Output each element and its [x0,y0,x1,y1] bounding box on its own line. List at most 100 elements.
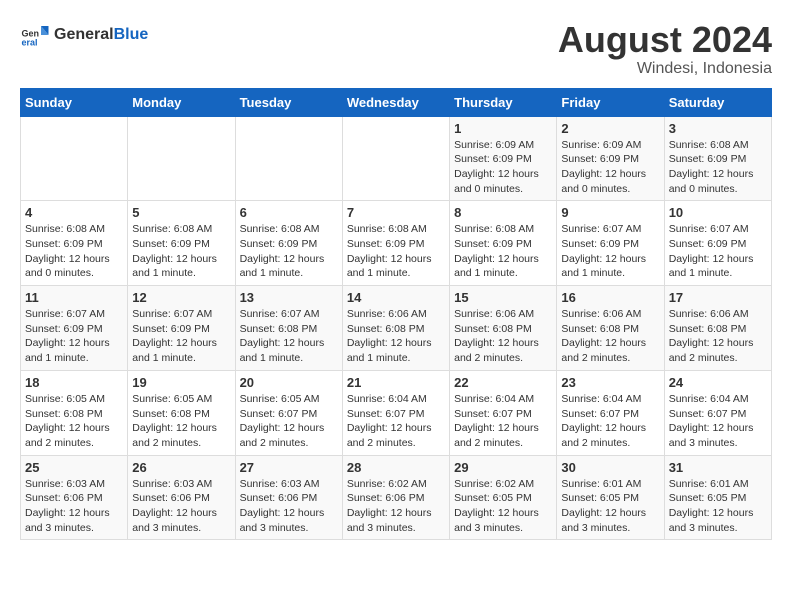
day-number: 2 [561,121,659,136]
day-number: 17 [669,290,767,305]
day-number: 22 [454,375,552,390]
day-number: 20 [240,375,338,390]
calendar-cell [21,116,128,201]
calendar-cell: 28Sunrise: 6:02 AM Sunset: 6:06 PM Dayli… [342,455,449,540]
calendar-cell: 18 Sunrise: 6:05 AM Sunset: 6:08 PM Dayli… [21,370,128,455]
day-number: 7 [347,205,445,220]
day-number: 29 [454,460,552,475]
day-number: 26 [132,460,230,475]
day-number: 30 [561,460,659,475]
calendar-cell: 6 Sunrise: 6:08 AM Sunset: 6:09 PM Daylig… [235,201,342,286]
day-info: Sunrise: 6:04 AM Sunset: 6:07 PM Dayligh… [669,392,767,451]
day-info: Sunrise: 6:03 AM Sunset: 6:06 PM Dayligh… [25,477,123,536]
logo: Gen eral GeneralBlue [20,20,148,50]
day-info: Sunrise: 6:05 AM Sunset: 6:08 PM Dayligh… [132,392,230,451]
calendar-cell: 4 Sunrise: 6:08 AM Sunset: 6:09 PM Daylig… [21,201,128,286]
calendar-week-row: 25 Sunrise: 6:03 AM Sunset: 6:06 PM Dayli… [21,455,772,540]
calendar-cell: 19 Sunrise: 6:05 AM Sunset: 6:08 PM Dayli… [128,370,235,455]
day-info: Sunrise: 6:08 AM Sunset: 6:09 PM Dayligh… [669,138,767,197]
calendar-cell: 16 Sunrise: 6:06 AM Sunset: 6:08 PM Dayli… [557,286,664,371]
calendar-cell: 21Sunrise: 6:04 AM Sunset: 6:07 PM Dayli… [342,370,449,455]
day-number: 31 [669,460,767,475]
day-info: Sunrise: 6:08 AM Sunset: 6:09 PM Dayligh… [132,222,230,281]
column-header-thursday: Thursday [450,88,557,116]
day-info: Sunrise: 6:06 AM Sunset: 6:08 PM Dayligh… [669,307,767,366]
day-info: Sunrise: 6:08 AM Sunset: 6:09 PM Dayligh… [240,222,338,281]
day-number: 18 [25,375,123,390]
day-info: Sunrise: 6:07 AM Sunset: 6:09 PM Dayligh… [669,222,767,281]
day-info: Sunrise: 6:01 AM Sunset: 6:05 PM Dayligh… [669,477,767,536]
calendar-week-row: 4 Sunrise: 6:08 AM Sunset: 6:09 PM Daylig… [21,201,772,286]
day-info: Sunrise: 6:06 AM Sunset: 6:08 PM Dayligh… [561,307,659,366]
column-header-saturday: Saturday [664,88,771,116]
calendar-week-row: 18 Sunrise: 6:05 AM Sunset: 6:08 PM Dayli… [21,370,772,455]
column-header-tuesday: Tuesday [235,88,342,116]
page-subtitle: Windesi, Indonesia [558,60,772,78]
calendar-week-row: 1Sunrise: 6:09 AM Sunset: 6:09 PM Daylig… [21,116,772,201]
calendar-cell: 30Sunrise: 6:01 AM Sunset: 6:05 PM Dayli… [557,455,664,540]
calendar-cell: 10 Sunrise: 6:07 AM Sunset: 6:09 PM Dayli… [664,201,771,286]
day-info: Sunrise: 6:07 AM Sunset: 6:09 PM Dayligh… [561,222,659,281]
calendar-cell: 13Sunrise: 6:07 AM Sunset: 6:08 PM Dayli… [235,286,342,371]
calendar-cell: 22Sunrise: 6:04 AM Sunset: 6:07 PM Dayli… [450,370,557,455]
title-block: August 2024 Windesi, Indonesia [558,20,772,78]
day-number: 16 [561,290,659,305]
svg-text:eral: eral [22,38,38,48]
calendar-cell: 14 Sunrise: 6:06 AM Sunset: 6:08 PM Dayli… [342,286,449,371]
calendar-cell: 9 Sunrise: 6:07 AM Sunset: 6:09 PM Daylig… [557,201,664,286]
page-title: August 2024 [558,20,772,60]
day-number: 25 [25,460,123,475]
day-number: 13 [240,290,338,305]
day-number: 23 [561,375,659,390]
day-info: Sunrise: 6:09 AM Sunset: 6:09 PM Dayligh… [454,138,552,197]
calendar-cell [235,116,342,201]
day-info: Sunrise: 6:05 AM Sunset: 6:08 PM Dayligh… [25,392,123,451]
calendar-cell: 8 Sunrise: 6:08 AM Sunset: 6:09 PM Daylig… [450,201,557,286]
day-number: 9 [561,205,659,220]
calendar-cell: 25 Sunrise: 6:03 AM Sunset: 6:06 PM Dayli… [21,455,128,540]
calendar-cell: 12Sunrise: 6:07 AM Sunset: 6:09 PM Dayli… [128,286,235,371]
calendar-cell: 3 Sunrise: 6:08 AM Sunset: 6:09 PM Daylig… [664,116,771,201]
day-info: Sunrise: 6:04 AM Sunset: 6:07 PM Dayligh… [347,392,445,451]
day-number: 15 [454,290,552,305]
day-number: 10 [669,205,767,220]
day-number: 19 [132,375,230,390]
day-number: 6 [240,205,338,220]
calendar-cell: 17 Sunrise: 6:06 AM Sunset: 6:08 PM Dayli… [664,286,771,371]
day-info: Sunrise: 6:06 AM Sunset: 6:08 PM Dayligh… [347,307,445,366]
calendar-table: SundayMondayTuesdayWednesdayThursdayFrid… [20,88,772,541]
day-info: Sunrise: 6:07 AM Sunset: 6:09 PM Dayligh… [25,307,123,366]
calendar-cell: 1Sunrise: 6:09 AM Sunset: 6:09 PM Daylig… [450,116,557,201]
calendar-cell [342,116,449,201]
column-header-friday: Friday [557,88,664,116]
day-number: 5 [132,205,230,220]
day-info: Sunrise: 6:04 AM Sunset: 6:07 PM Dayligh… [561,392,659,451]
calendar-cell: 31 Sunrise: 6:01 AM Sunset: 6:05 PM Dayli… [664,455,771,540]
day-number: 28 [347,460,445,475]
day-info: Sunrise: 6:03 AM Sunset: 6:06 PM Dayligh… [240,477,338,536]
logo-icon: Gen eral [20,20,50,50]
day-number: 24 [669,375,767,390]
calendar-cell: 29Sunrise: 6:02 AM Sunset: 6:05 PM Dayli… [450,455,557,540]
calendar-cell: 11 Sunrise: 6:07 AM Sunset: 6:09 PM Dayli… [21,286,128,371]
calendar-cell: 2Sunrise: 6:09 AM Sunset: 6:09 PM Daylig… [557,116,664,201]
day-number: 12 [132,290,230,305]
column-header-wednesday: Wednesday [342,88,449,116]
day-number: 8 [454,205,552,220]
day-number: 27 [240,460,338,475]
day-info: Sunrise: 6:08 AM Sunset: 6:09 PM Dayligh… [347,222,445,281]
day-number: 3 [669,121,767,136]
day-number: 4 [25,205,123,220]
column-header-monday: Monday [128,88,235,116]
calendar-cell: 20 Sunrise: 6:05 AM Sunset: 6:07 PM Dayli… [235,370,342,455]
day-number: 14 [347,290,445,305]
calendar-cell: 7 Sunrise: 6:08 AM Sunset: 6:09 PM Daylig… [342,201,449,286]
calendar-cell [128,116,235,201]
day-info: Sunrise: 6:05 AM Sunset: 6:07 PM Dayligh… [240,392,338,451]
day-info: Sunrise: 6:08 AM Sunset: 6:09 PM Dayligh… [454,222,552,281]
day-number: 11 [25,290,123,305]
calendar-cell: 5 Sunrise: 6:08 AM Sunset: 6:09 PM Daylig… [128,201,235,286]
day-info: Sunrise: 6:08 AM Sunset: 6:09 PM Dayligh… [25,222,123,281]
calendar-cell: 15Sunrise: 6:06 AM Sunset: 6:08 PM Dayli… [450,286,557,371]
calendar-header-row: SundayMondayTuesdayWednesdayThursdayFrid… [21,88,772,116]
